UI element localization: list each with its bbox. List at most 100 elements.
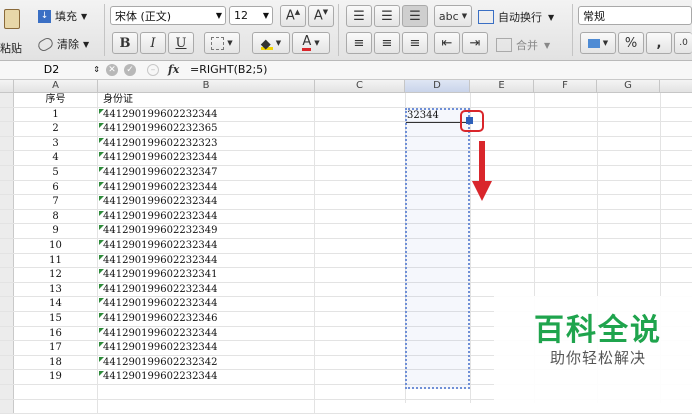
id-cell[interactable]: 441290199602232344 — [98, 297, 315, 311]
id-cell[interactable]: 441290199602232323 — [98, 136, 315, 151]
row-header[interactable] — [0, 209, 14, 224]
id-cell[interactable]: 441290199602232344 — [98, 180, 315, 195]
select-all-corner[interactable] — [0, 80, 14, 93]
id-cell[interactable]: 441290199602232344 — [98, 195, 315, 209]
decrease-indent-button[interactable]: ⇤ — [434, 32, 460, 54]
empty-cell[interactable] — [98, 385, 315, 399]
italic-button[interactable]: I — [140, 32, 166, 54]
row-header[interactable] — [0, 341, 14, 355]
paste-button[interactable] — [0, 4, 24, 34]
row-header[interactable] — [0, 399, 14, 414]
row-header[interactable] — [0, 268, 14, 282]
id-cell[interactable]: 441290199602232344 — [98, 341, 315, 355]
column-header-g[interactable]: G — [597, 80, 660, 93]
row-header[interactable] — [0, 93, 14, 107]
id-cell[interactable]: 441290199602232365 — [98, 122, 315, 136]
id-cell[interactable]: 441290199602232344 — [98, 326, 315, 341]
header-cell-id[interactable]: 身份证 — [98, 93, 315, 107]
underline-button[interactable]: U — [168, 32, 194, 54]
header-cell-serial[interactable]: 序号 — [14, 93, 98, 107]
row-header[interactable] — [0, 239, 14, 253]
function-wizard-icon[interactable]: – — [147, 64, 159, 76]
id-cell[interactable]: 441290199602232344 — [98, 239, 315, 253]
align-bottom-button[interactable]: ☰ — [402, 5, 428, 27]
serial-cell[interactable]: 3 — [14, 136, 98, 151]
id-cell[interactable]: 441290199602232349 — [98, 224, 315, 238]
font-size-select[interactable]: 12 ▼ — [229, 6, 273, 25]
serial-cell[interactable]: 6 — [14, 180, 98, 195]
serial-cell[interactable]: 1 — [14, 107, 98, 122]
align-left-button[interactable]: ≡ — [346, 32, 372, 54]
column-header-e[interactable]: E — [470, 80, 534, 93]
bold-button[interactable]: B — [112, 32, 138, 54]
serial-cell[interactable]: 17 — [14, 341, 98, 355]
percent-button[interactable]: % — [618, 32, 644, 54]
serial-cell[interactable]: 2 — [14, 122, 98, 136]
fill-button[interactable]: ↓ 填充 ▼ — [38, 8, 87, 24]
decimal-button[interactable]: .0 — [674, 32, 692, 54]
clear-button[interactable]: 清除 ▼ — [36, 35, 89, 53]
column-header-b[interactable]: B — [98, 80, 315, 93]
empty-cell[interactable] — [14, 399, 98, 414]
formula-input[interactable]: =RIGHT(B2;5) — [190, 61, 267, 79]
serial-cell[interactable]: 9 — [14, 224, 98, 238]
row-header[interactable] — [0, 180, 14, 195]
serial-cell[interactable]: 14 — [14, 297, 98, 311]
row-header[interactable] — [0, 312, 14, 326]
column-header-c[interactable]: C — [315, 80, 405, 93]
id-cell[interactable]: 441290199602232344 — [98, 253, 315, 268]
id-cell[interactable]: 441290199602232341 — [98, 268, 315, 282]
row-header[interactable] — [0, 166, 14, 180]
serial-cell[interactable]: 4 — [14, 151, 98, 165]
selection-range[interactable] — [405, 108, 470, 389]
row-header[interactable] — [0, 122, 14, 136]
decrease-font-button[interactable]: A▼ — [308, 5, 334, 27]
row-header[interactable] — [0, 370, 14, 384]
serial-cell[interactable]: 19 — [14, 370, 98, 384]
serial-cell[interactable]: 12 — [14, 268, 98, 282]
column-header-a[interactable]: A — [14, 80, 98, 93]
id-cell[interactable]: 441290199602232344 — [98, 151, 315, 165]
number-format-select[interactable]: 常规 — [578, 6, 692, 25]
empty-cell[interactable] — [98, 399, 315, 414]
row-header[interactable] — [0, 355, 14, 370]
row-header[interactable] — [0, 151, 14, 165]
increase-font-button[interactable]: A▲ — [280, 5, 306, 27]
row-header[interactable] — [0, 107, 14, 122]
serial-cell[interactable]: 16 — [14, 326, 98, 341]
id-cell[interactable]: 441290199602232344 — [98, 209, 315, 224]
align-right-button[interactable]: ≡ — [402, 32, 428, 54]
row-header[interactable] — [0, 326, 14, 341]
column-header-h[interactable] — [660, 80, 692, 93]
serial-cell[interactable]: 7 — [14, 195, 98, 209]
fill-handle[interactable] — [466, 117, 473, 124]
row-header[interactable] — [0, 253, 14, 268]
wrap-text-button[interactable]: 自动换行 ▼ — [478, 9, 554, 25]
serial-cell[interactable]: 18 — [14, 355, 98, 370]
id-cell[interactable]: 441290199602232344 — [98, 107, 315, 122]
borders-button[interactable]: ▼ — [204, 32, 240, 54]
id-cell[interactable]: 441290199602232344 — [98, 282, 315, 297]
row-header[interactable] — [0, 136, 14, 151]
id-cell[interactable]: 441290199602232346 — [98, 312, 315, 326]
comma-button[interactable]: , — [646, 32, 672, 54]
id-cell[interactable]: 441290199602232342 — [98, 355, 315, 370]
orientation-button[interactable]: abc ▼ — [434, 5, 472, 27]
serial-cell[interactable]: 11 — [14, 253, 98, 268]
font-color-button[interactable]: A ▼ — [292, 32, 330, 54]
row-header[interactable] — [0, 195, 14, 209]
confirm-icon[interactable]: ✓ — [124, 64, 136, 76]
id-cell[interactable]: 441290199602232347 — [98, 166, 315, 180]
font-name-select[interactable]: 宋体 (正文) ▼ — [110, 6, 226, 25]
fill-color-button[interactable]: ◆ ▼ — [252, 32, 290, 54]
cell-d2-value[interactable]: 32344 — [407, 109, 439, 122]
align-middle-button[interactable]: ☰ — [374, 5, 400, 27]
currency-button[interactable]: ▼ — [580, 32, 616, 54]
cancel-icon[interactable]: ✕ — [106, 64, 118, 76]
id-cell[interactable]: 441290199602232344 — [98, 370, 315, 384]
row-header[interactable] — [0, 297, 14, 311]
row-header[interactable] — [0, 224, 14, 238]
empty-cell[interactable] — [14, 385, 98, 399]
column-header-d[interactable]: D — [405, 80, 470, 93]
align-top-button[interactable]: ☰ — [346, 5, 372, 27]
